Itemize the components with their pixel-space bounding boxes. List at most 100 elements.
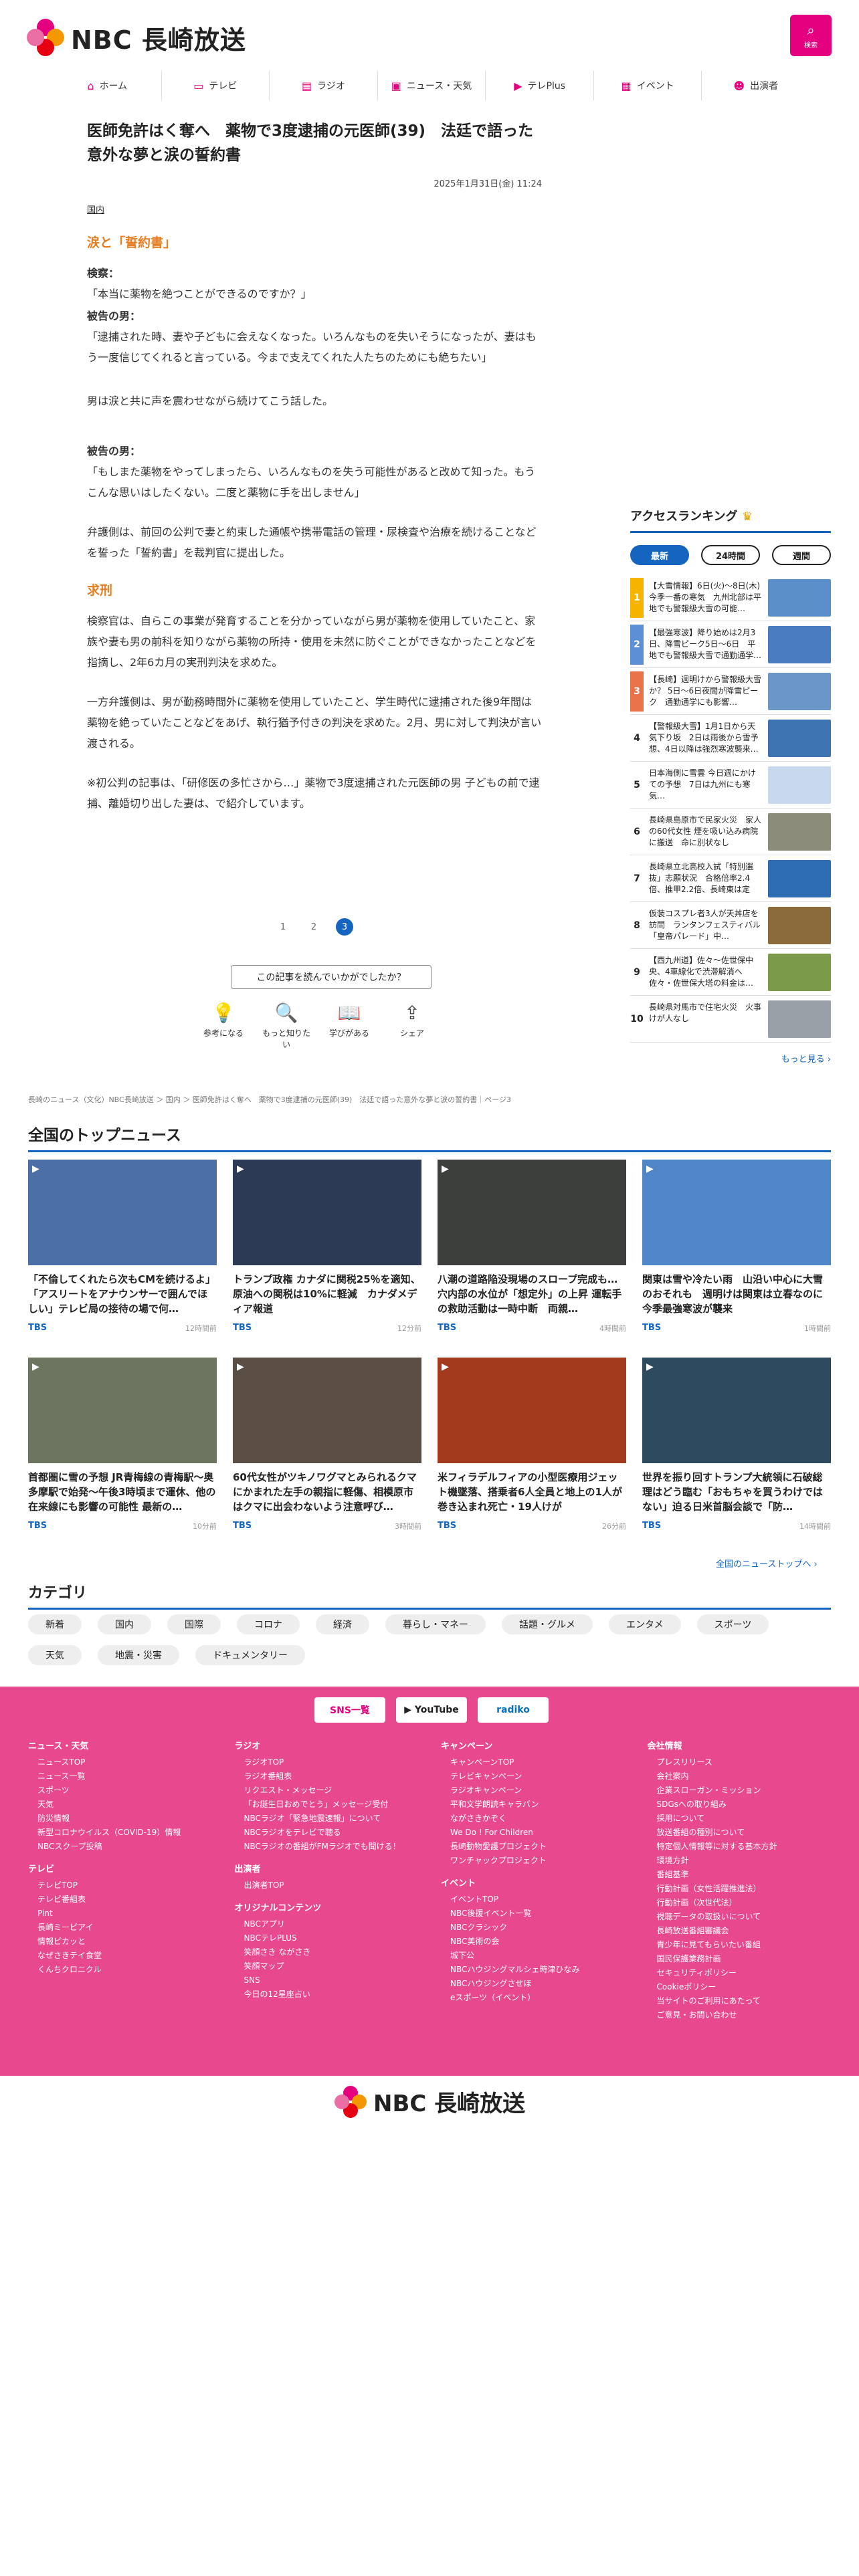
news-card[interactable]: ▶ 首都圏に雪の予想 JR青梅線の青梅駅〜奥多摩駅で始発〜午後3時頃まで運休、他の…	[28, 1358, 217, 1531]
nav-item[interactable]: ▣ ニュース・天気	[377, 71, 486, 100]
footer-link[interactable]: リクエスト・メッセージ	[235, 1784, 425, 1798]
ranking-item[interactable]: 4 【警報級大雪】1月1日から天気下り坂 2日は雨後から雪予想、4日以降は強烈寒波…	[630, 715, 831, 762]
reaction-button[interactable]: ⇪ シェア	[388, 999, 436, 1050]
nav-item[interactable]: ▶ テレPlus	[485, 71, 593, 100]
footer-heading[interactable]: ラジオ	[235, 1739, 425, 1751]
category-chip[interactable]: ドキュメンタリー	[195, 1645, 305, 1665]
ranking-tab[interactable]: 24時間	[701, 545, 760, 565]
footer-link[interactable]: 当サイトのご利用にあたって	[648, 1994, 838, 2008]
category-chip[interactable]: 暮らし・マネー	[385, 1614, 486, 1634]
footer-link[interactable]: 行動計画（次世代法）	[648, 1896, 838, 1910]
footer-link[interactable]: イベントTOP	[441, 1893, 632, 1907]
nav-item[interactable]: ☻ 出演者	[701, 71, 809, 100]
news-card[interactable]: ▶ トランプ政権 カナダに関税25％を適知、原油への関税は10%に軽減 カナダメデ…	[233, 1160, 421, 1333]
footer-link[interactable]: 今日の12星座占い	[235, 1988, 425, 2002]
footer-link[interactable]: NBC美術の会	[441, 1935, 632, 1949]
footer-link[interactable]: 特定個人情報等に対する基本方針	[648, 1840, 838, 1854]
ranking-item[interactable]: 9 【西九州道】佐々〜佐世保中央、4車線化で渋滞解消へ 佐々・佐世保大塔の料金は…	[630, 949, 831, 996]
nav-item[interactable]: ▭ テレビ	[161, 71, 270, 100]
category-chip[interactable]: スポーツ	[696, 1614, 769, 1634]
footer-link[interactable]: 情報ピカッと	[28, 1935, 219, 1949]
footer-link[interactable]: 出演者TOP	[235, 1879, 425, 1893]
footer-link[interactable]: 長崎ミーピアイ	[28, 1921, 219, 1935]
nav-item[interactable]: ▤ ラジオ	[269, 71, 377, 100]
page-link[interactable]: 2	[305, 918, 322, 936]
footer-link[interactable]: 長崎動物愛護プロジェクト	[441, 1840, 632, 1854]
sns-link[interactable]: SNS一覧	[314, 1697, 385, 1723]
footer-link[interactable]: くんちクロニクル	[28, 1963, 219, 1977]
footer-link[interactable]: テレビTOP	[28, 1879, 219, 1893]
footer-link[interactable]: NBCアプリ	[235, 1917, 425, 1931]
category-chip[interactable]: 話題・グルメ	[502, 1614, 593, 1634]
footer-link[interactable]: NBCハウジングマルシェ時津ひなみ	[441, 1963, 632, 1977]
footer-link[interactable]: 採用について	[648, 1812, 838, 1826]
ranking-item[interactable]: 8 仮装コスプレ者3人が天丼店を訪問 ランタンフェスティバル「皇帝パレード」中…	[630, 902, 831, 949]
reaction-button[interactable]: 💡 参考になる	[199, 999, 248, 1050]
footer-link[interactable]: 国民保護業務計画	[648, 1952, 838, 1966]
footer-heading[interactable]: オリジナルコンテンツ	[235, 1901, 425, 1913]
nav-item[interactable]: ▦ イベント	[593, 71, 702, 100]
footer-logo[interactable]: NBC 長崎放送	[335, 2085, 525, 2118]
footer-link[interactable]: 笑顔マップ	[235, 1959, 425, 1973]
footer-link[interactable]: NBCハウジングさせほ	[441, 1977, 632, 1991]
category-chip[interactable]: 天気	[28, 1645, 82, 1665]
footer-link[interactable]: 環境方針	[648, 1854, 838, 1868]
reaction-button[interactable]: 🔍 もっと知りたい	[262, 999, 310, 1050]
category-chip[interactable]: 地震・災害	[98, 1645, 179, 1665]
footer-heading[interactable]: テレビ	[28, 1862, 219, 1874]
footer-link[interactable]: ご意見・お問い合わせ	[648, 2008, 838, 2022]
ranking-item[interactable]: 7 長崎県立北高校入試「特別選抜」志願状況 合格倍率2.4倍、推甲2.2倍、長崎東…	[630, 855, 831, 902]
footer-link[interactable]: 青少年に見てもらいたい番組	[648, 1938, 838, 1952]
news-card[interactable]: ▶ 米フィラデルフィアの小型医療用ジェット機墜落、搭乗者6人全員と地上の1人が巻き…	[438, 1358, 626, 1531]
nbc-logo[interactable]: NBC 長崎放送	[27, 19, 246, 56]
footer-link[interactable]: SNS	[235, 1973, 425, 1988]
sns-link[interactable]: radiko	[478, 1697, 549, 1723]
ranking-item[interactable]: 5 日本海側に雪雲 今日週にかけての予想 7日は九州にも寒気…	[630, 762, 831, 809]
footer-link[interactable]: Pint	[28, 1907, 219, 1921]
category-chip[interactable]: コロナ	[237, 1614, 300, 1634]
ranking-item[interactable]: 10 長崎県対馬市で住宅火災 火事 けが人なし	[630, 996, 831, 1043]
footer-link[interactable]: ラジオキャンペーン	[441, 1784, 632, 1798]
footer-link[interactable]: テレビ番組表	[28, 1893, 219, 1907]
nav-item[interactable]: ⌂ ホーム	[54, 71, 161, 100]
footer-link[interactable]: NBCテレPLUS	[235, 1931, 425, 1945]
footer-link[interactable]: NBCラジオの番組がFMラジオでも聞ける！	[235, 1840, 425, 1854]
category-chip[interactable]: エンタメ	[609, 1614, 681, 1634]
footer-link[interactable]: 防災情報	[28, 1812, 219, 1826]
footer-link[interactable]: 新型コロナウイルス（COVID-19）情報	[28, 1826, 219, 1840]
search-button[interactable]: ⌕ 検索	[790, 15, 832, 56]
footer-link[interactable]: 城下公	[441, 1949, 632, 1963]
category-chip[interactable]: 経済	[316, 1614, 369, 1634]
footer-link[interactable]: テレビキャンペーン	[441, 1769, 632, 1784]
category-chip[interactable]: 国内	[98, 1614, 151, 1634]
footer-link[interactable]: スポーツ	[28, 1784, 219, 1798]
footer-link[interactable]: 会社案内	[648, 1769, 838, 1784]
ranking-tab[interactable]: 週間	[772, 545, 831, 565]
footer-heading[interactable]: 出演者	[235, 1862, 425, 1874]
reaction-button[interactable]: 📖 学びがある	[325, 999, 373, 1050]
article-category-link[interactable]: 国内	[87, 203, 542, 215]
category-chip[interactable]: 国際	[167, 1614, 221, 1634]
footer-link[interactable]: 笑顔さき ながさき	[235, 1945, 425, 1959]
footer-link[interactable]: キャンペーンTOP	[441, 1755, 632, 1769]
ranking-tab[interactable]: 最新	[630, 545, 689, 565]
ranking-more-link[interactable]: もっと見る ›	[630, 1052, 831, 1065]
footer-link[interactable]: ニュースTOP	[28, 1755, 219, 1769]
footer-link[interactable]: ラジオ番組表	[235, 1769, 425, 1784]
footer-link[interactable]: 企業スローガン・ミッション	[648, 1784, 838, 1798]
footer-link[interactable]: ワンチャックプロジェクト	[441, 1854, 632, 1868]
ranking-item[interactable]: 6 長崎県島原市で民家火災 家人の60代女性 煙を吸い込み病院に搬送 命に別状なし	[630, 809, 831, 855]
footer-link[interactable]: 番組基準	[648, 1868, 838, 1882]
footer-link[interactable]: プレスリリース	[648, 1755, 838, 1769]
footer-link[interactable]: NBC後援イベント一覧	[441, 1907, 632, 1921]
news-card[interactable]: ▶ 60代女性がツキノワグマとみられるクマにかまれた左手の親指に軽傷、相模原市はク…	[233, 1358, 421, 1531]
page-link[interactable]: 1	[274, 918, 292, 936]
footer-link[interactable]: NBCラジオ「緊急地震速報」について	[235, 1812, 425, 1826]
ranking-item[interactable]: 1 【大雪情報】6日(火)〜8日(木)今季一番の寒気 九州北部は平地でも警報級大雪…	[630, 574, 831, 621]
footer-heading[interactable]: キャンペーン	[441, 1739, 632, 1751]
footer-link[interactable]: 平和文学朗読キャラバン	[441, 1798, 632, 1812]
footer-link[interactable]: 行動計画（女性活躍推進法）	[648, 1882, 838, 1896]
ranking-item[interactable]: 2 【最強寒波】降り始めは2月3日、降雪ピーク5日〜6日 平地でも警報級大雪で通勤…	[630, 621, 831, 668]
top-news-more-link[interactable]: 全国のニューストップへ ›	[716, 1557, 818, 1570]
footer-link[interactable]: 天気	[28, 1798, 219, 1812]
